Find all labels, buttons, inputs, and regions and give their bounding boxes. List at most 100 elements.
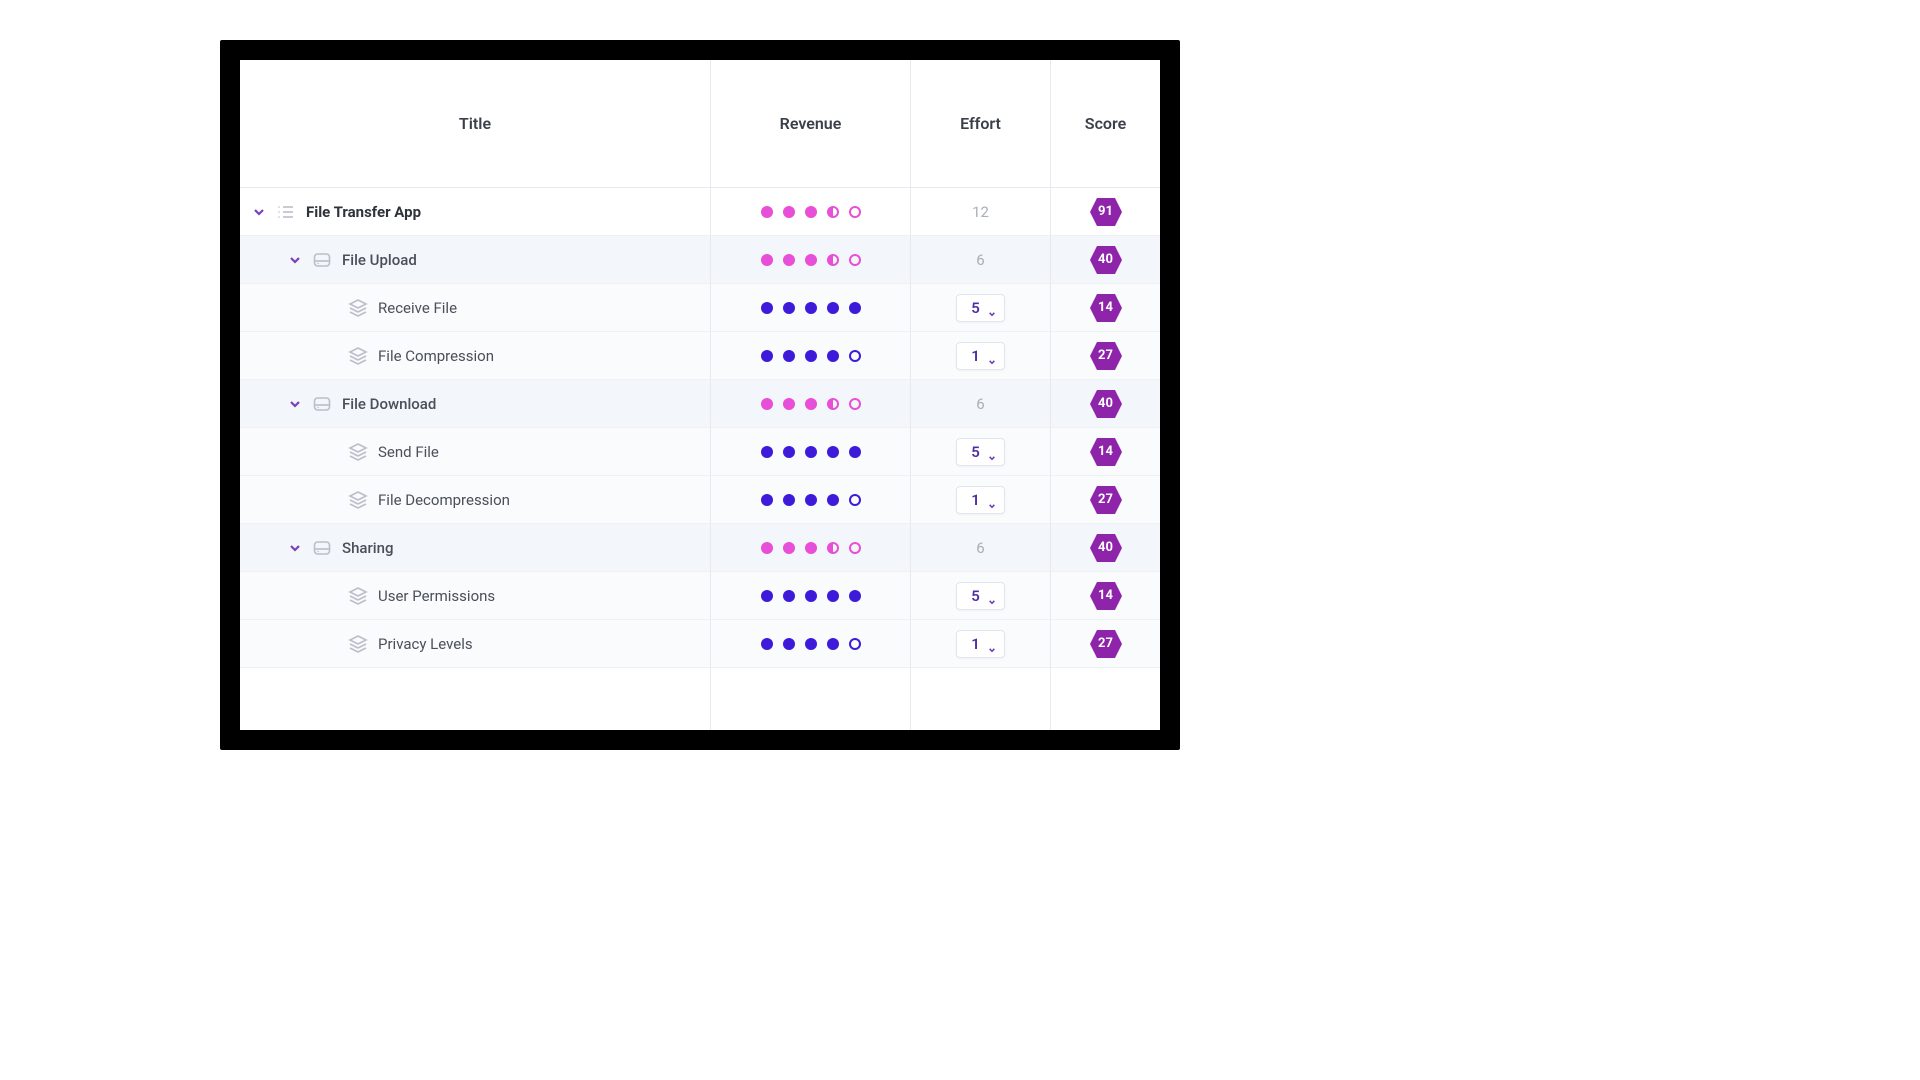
title-cell: User Permissions [240,572,710,620]
dot-full [761,446,773,458]
effort-select[interactable]: 1 [956,486,1005,514]
score-value: 14 [1098,588,1113,603]
blank-cell [240,668,710,730]
dot-full [761,590,773,602]
score-value: 27 [1098,636,1113,651]
score-value: 14 [1098,444,1113,459]
stack-icon [348,346,368,366]
data-grid: Title Revenue Effort Score File Transfer… [240,60,1160,730]
score-badge: 27 [1088,628,1124,660]
revenue-dots [761,302,861,314]
effort-cell: 5 [910,284,1050,332]
score-cell: 14 [1050,572,1160,620]
score-value: 40 [1098,540,1113,555]
dot-full [805,350,817,362]
dot-full [827,494,839,506]
dot-full [761,494,773,506]
app-frame: Title Revenue Effort Score File Transfer… [220,40,1180,750]
dot-full [805,446,817,458]
dot-full [827,638,839,650]
effort-value: 6 [976,395,984,413]
title-cell: Sharing [240,524,710,572]
revenue-cell[interactable] [710,620,910,668]
dot-full [783,590,795,602]
revenue-dots [761,254,861,266]
stack-icon [348,298,368,318]
chevron-down-icon[interactable] [252,205,266,219]
chevron-down-icon[interactable] [288,397,302,411]
revenue-dots [761,206,861,218]
dot-full [761,350,773,362]
revenue-dots [761,638,861,650]
score-badge: 40 [1088,244,1124,276]
score-cell: 40 [1050,380,1160,428]
dot-full [783,494,795,506]
score-cell: 27 [1050,476,1160,524]
stack-icon [348,586,368,606]
effort-select-value: 1 [971,347,980,365]
dot-full [761,302,773,314]
dot-full [827,302,839,314]
dot-full [761,398,773,410]
dot-full [805,494,817,506]
stack-icon [348,634,368,654]
revenue-cell[interactable] [710,236,910,284]
revenue-cell[interactable] [710,284,910,332]
effort-value: 6 [976,539,984,557]
row-title: File Transfer App [306,203,421,221]
effort-select[interactable]: 5 [956,294,1005,322]
drive-icon [312,394,332,414]
effort-select[interactable]: 1 [956,630,1005,658]
effort-select[interactable]: 5 [956,582,1005,610]
dot-full [783,542,795,554]
dot-full [805,398,817,410]
score-cell: 91 [1050,188,1160,236]
revenue-dots [761,350,861,362]
revenue-cell[interactable] [710,428,910,476]
effort-select[interactable]: 1 [956,342,1005,370]
score-badge: 40 [1088,532,1124,564]
dot-full [849,446,861,458]
revenue-cell[interactable] [710,572,910,620]
dot-full [761,542,773,554]
chevron-down-icon[interactable] [288,541,302,555]
effort-value: 12 [972,203,989,221]
title-cell: File Upload [240,236,710,284]
score-badge: 91 [1088,196,1124,228]
effort-cell: 6 [910,524,1050,572]
revenue-cell[interactable] [710,188,910,236]
chevron-down-icon[interactable] [288,253,302,267]
dot-half [827,542,839,554]
title-cell: File Compression [240,332,710,380]
header-effort: Effort [910,60,1050,188]
effort-cell: 1 [910,476,1050,524]
row-title: Privacy Levels [378,635,473,653]
caret-down-icon [988,640,996,648]
dot-full [849,302,861,314]
score-cell: 27 [1050,620,1160,668]
row-title: Sharing [342,539,393,557]
score-value: 40 [1098,396,1113,411]
revenue-cell[interactable] [710,332,910,380]
row-title: File Download [342,395,436,413]
score-cell: 40 [1050,524,1160,572]
revenue-cell[interactable] [710,476,910,524]
list-icon [276,202,296,222]
title-cell: File Download [240,380,710,428]
dot-full [805,254,817,266]
row-title: File Upload [342,251,417,269]
score-cell: 40 [1050,236,1160,284]
score-badge: 27 [1088,340,1124,372]
score-value: 91 [1098,204,1113,219]
score-cell: 27 [1050,332,1160,380]
header-revenue: Revenue [710,60,910,188]
title-cell: Send File [240,428,710,476]
dot-full [783,446,795,458]
revenue-cell[interactable] [710,380,910,428]
revenue-dots [761,398,861,410]
score-cell: 14 [1050,284,1160,332]
effort-select[interactable]: 5 [956,438,1005,466]
dot-empty [849,638,861,650]
revenue-cell[interactable] [710,524,910,572]
row-title: File Compression [378,347,494,365]
